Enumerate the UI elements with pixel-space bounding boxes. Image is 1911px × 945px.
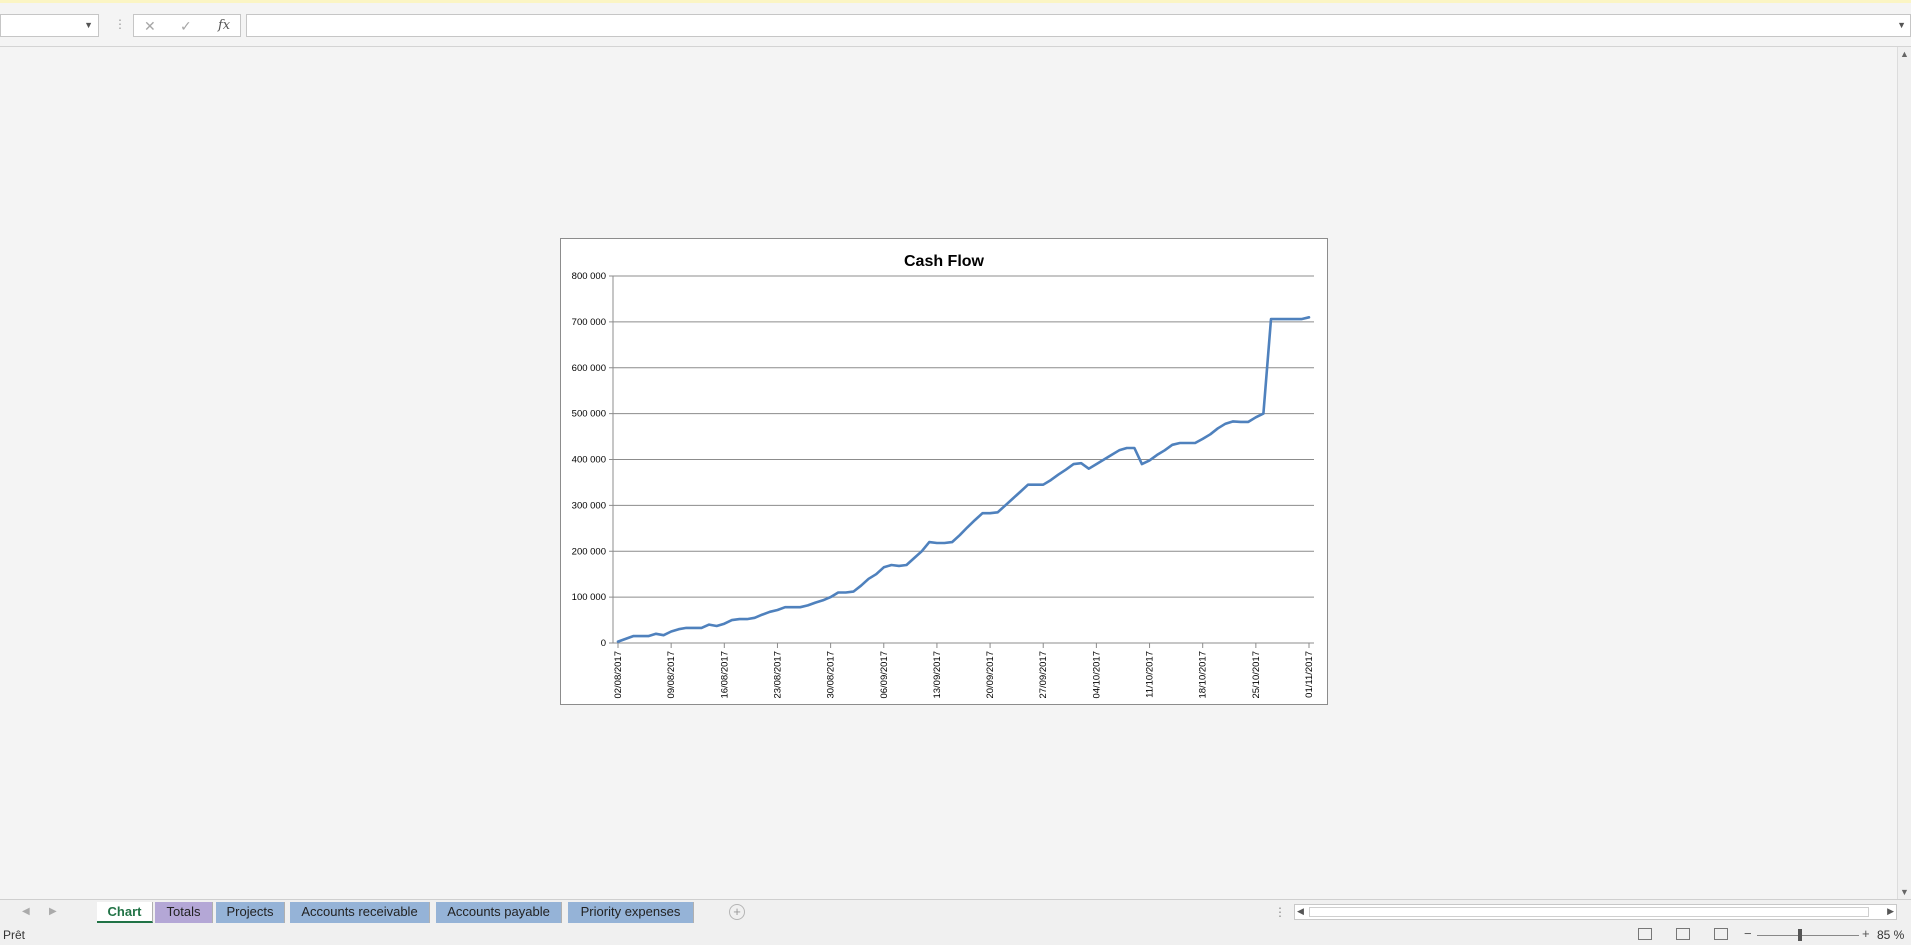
formula-buttons: ✕ ✓ fx: [133, 14, 241, 37]
page-break-view-icon[interactable]: [1714, 928, 1728, 940]
y-tick-label: 200 000: [572, 546, 606, 557]
tab-label: Chart: [107, 904, 142, 919]
scroll-right-icon[interactable]: ▶: [1887, 906, 1894, 917]
x-axis-tick-labels: 02/08/2017 09/08/2017 16/08/2017 23/08/2017…: [613, 651, 1315, 699]
tab-next-icon[interactable]: ▶: [49, 906, 57, 917]
y-tick-label: 100 000: [572, 592, 606, 603]
status-bar: Prêt − + 85 %: [0, 925, 1911, 945]
x-tick-label: 20/09/2017: [985, 651, 996, 699]
y-tick-label: 800 000: [572, 271, 606, 282]
x-tick-label: 18/10/2017: [1198, 651, 1209, 699]
tab-projects[interactable]: Projects: [216, 902, 285, 923]
series-line: [616, 316, 1311, 643]
x-tick-label: 27/09/2017: [1038, 651, 1049, 699]
tab-label: Priority expenses: [580, 904, 681, 919]
x-tick-label: 11/10/2017: [1145, 651, 1156, 698]
cash-flow-chart: 0 100 000 200 000 300 000 400 000 500 000 600 …: [572, 253, 1315, 699]
x-tick-label: 16/08/2017: [719, 651, 730, 699]
x-tick-label: 23/08/2017: [772, 651, 783, 699]
status-text: Prêt: [3, 928, 26, 942]
zoom-slider-thumb[interactable]: [1797, 929, 1802, 941]
expand-formula-icon[interactable]: ▼: [1897, 20, 1906, 30]
zoom-out-icon[interactable]: −: [1744, 926, 1752, 941]
tab-accounts-payable[interactable]: Accounts payable: [436, 902, 562, 923]
chevron-down-icon[interactable]: ▼: [84, 20, 93, 30]
formula-input[interactable]: ▼: [246, 14, 1911, 37]
sheet-tab-bar: ◀ ▶ Chart Totals Projects Accounts recei…: [0, 899, 1911, 925]
enter-icon[interactable]: ✓: [180, 18, 192, 35]
x-tick-label: 04/10/2017: [1091, 651, 1102, 699]
add-sheet-icon[interactable]: +: [729, 904, 745, 920]
series-layer: [616, 316, 1311, 643]
name-box[interactable]: ▼: [0, 14, 99, 37]
tab-accounts-receivable[interactable]: Accounts receivable: [290, 902, 430, 923]
y-tick-label: 700 000: [572, 317, 606, 328]
x-tick-label: 13/09/2017: [932, 651, 943, 699]
zoom-slider[interactable]: [1757, 935, 1859, 936]
cancel-icon[interactable]: ✕: [144, 18, 156, 35]
tab-prev-icon[interactable]: ◀: [22, 906, 30, 917]
zoom-level[interactable]: 85 %: [1877, 928, 1904, 942]
insert-function-icon[interactable]: fx: [218, 18, 230, 33]
vertical-dots-icon: ⋮: [114, 17, 126, 31]
tab-label: Accounts payable: [447, 904, 550, 919]
y-tick-label: 0: [601, 638, 606, 649]
page-layout-view-icon[interactable]: [1676, 928, 1690, 940]
horizontal-scrollbar[interactable]: ◀ ▶: [1294, 904, 1897, 920]
chart-title: Cash Flow: [904, 253, 985, 270]
x-tick-label: 01/11/2017: [1304, 651, 1315, 698]
y-tick-label: 600 000: [572, 363, 606, 374]
scroll-up-icon[interactable]: ▲: [1900, 49, 1909, 59]
y-tick-label: 500 000: [572, 409, 606, 420]
y-tick-label: 300 000: [572, 500, 606, 511]
x-tick-label: 06/09/2017: [879, 651, 890, 699]
y-tick-label: 400 000: [572, 455, 606, 466]
tab-totals[interactable]: Totals: [155, 902, 213, 923]
x-tick-label: 25/10/2017: [1251, 651, 1262, 699]
normal-view-icon[interactable]: [1638, 928, 1652, 940]
scroll-left-icon[interactable]: ◀: [1297, 906, 1304, 917]
x-tick-label: 02/08/2017: [613, 651, 624, 699]
axes: [609, 275, 1314, 648]
y-axis-tick-labels: 0 100 000 200 000 300 000 400 000 500 000 600 …: [572, 271, 606, 649]
tab-priority-expenses[interactable]: Priority expenses: [568, 902, 694, 923]
chart-object[interactable]: 0 100 000 200 000 300 000 400 000 500 000 600 …: [560, 238, 1328, 705]
x-tick-label: 09/08/2017: [666, 651, 677, 699]
vertical-dots-icon: ⋮: [1274, 905, 1286, 919]
vertical-scrollbar[interactable]: ▲ ▼: [1897, 47, 1911, 899]
tab-chart[interactable]: Chart: [97, 902, 153, 923]
zoom-in-icon[interactable]: +: [1862, 926, 1870, 941]
scroll-down-icon[interactable]: ▼: [1900, 887, 1909, 897]
tab-label: Totals: [166, 904, 201, 919]
tab-label: Accounts receivable: [301, 904, 418, 919]
formula-bar: ▼ ⋮ ✕ ✓ fx ▼: [0, 3, 1911, 47]
tab-label: Projects: [226, 904, 274, 919]
x-tick-label: 30/08/2017: [826, 651, 837, 699]
scroll-thumb[interactable]: [1309, 907, 1869, 917]
